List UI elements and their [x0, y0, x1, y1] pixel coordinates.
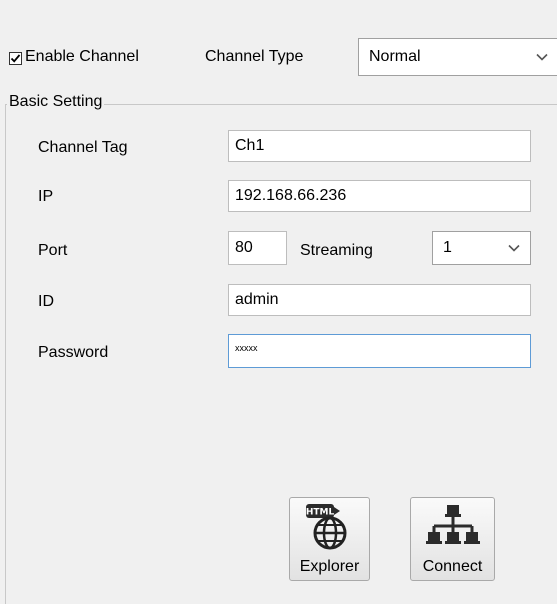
ip-input[interactable]: 192.168.66.236	[228, 180, 531, 212]
id-input[interactable]: admin	[228, 284, 531, 316]
channel-type-label: Channel Type	[205, 48, 304, 65]
channel-type-select[interactable]: Normal	[358, 38, 557, 76]
ip-label: IP	[38, 188, 54, 205]
connect-button[interactable]: Connect	[410, 497, 495, 581]
password-label: Password	[38, 344, 109, 361]
password-input[interactable]: xxxxx	[228, 334, 531, 368]
id-label: ID	[38, 293, 54, 310]
streaming-value: 1	[443, 239, 452, 256]
streaming-select[interactable]: 1	[432, 231, 531, 265]
port-input[interactable]: 80	[228, 231, 287, 265]
network-icon	[423, 502, 483, 557]
html-badge: HTML	[305, 508, 334, 518]
explorer-button[interactable]: HTML Explorer	[289, 497, 370, 581]
channel-type-value: Normal	[369, 48, 421, 65]
connect-label: Connect	[422, 558, 483, 575]
streaming-label: Streaming	[300, 242, 373, 259]
basic-setting-title: Basic Setting	[7, 93, 105, 111]
enable-channel-checkbox[interactable]	[9, 52, 22, 65]
globe-html-icon: HTML	[300, 502, 360, 557]
port-label: Port	[38, 242, 68, 259]
chevron-down-icon	[536, 48, 548, 66]
channel-tag-input[interactable]: Ch1	[228, 130, 531, 162]
explorer-label: Explorer	[299, 558, 360, 575]
channel-tag-label: Channel Tag	[38, 139, 128, 156]
checkmark-icon	[10, 54, 21, 63]
chevron-down-icon	[508, 239, 520, 257]
enable-channel-label[interactable]: Enable Channel	[25, 48, 139, 66]
